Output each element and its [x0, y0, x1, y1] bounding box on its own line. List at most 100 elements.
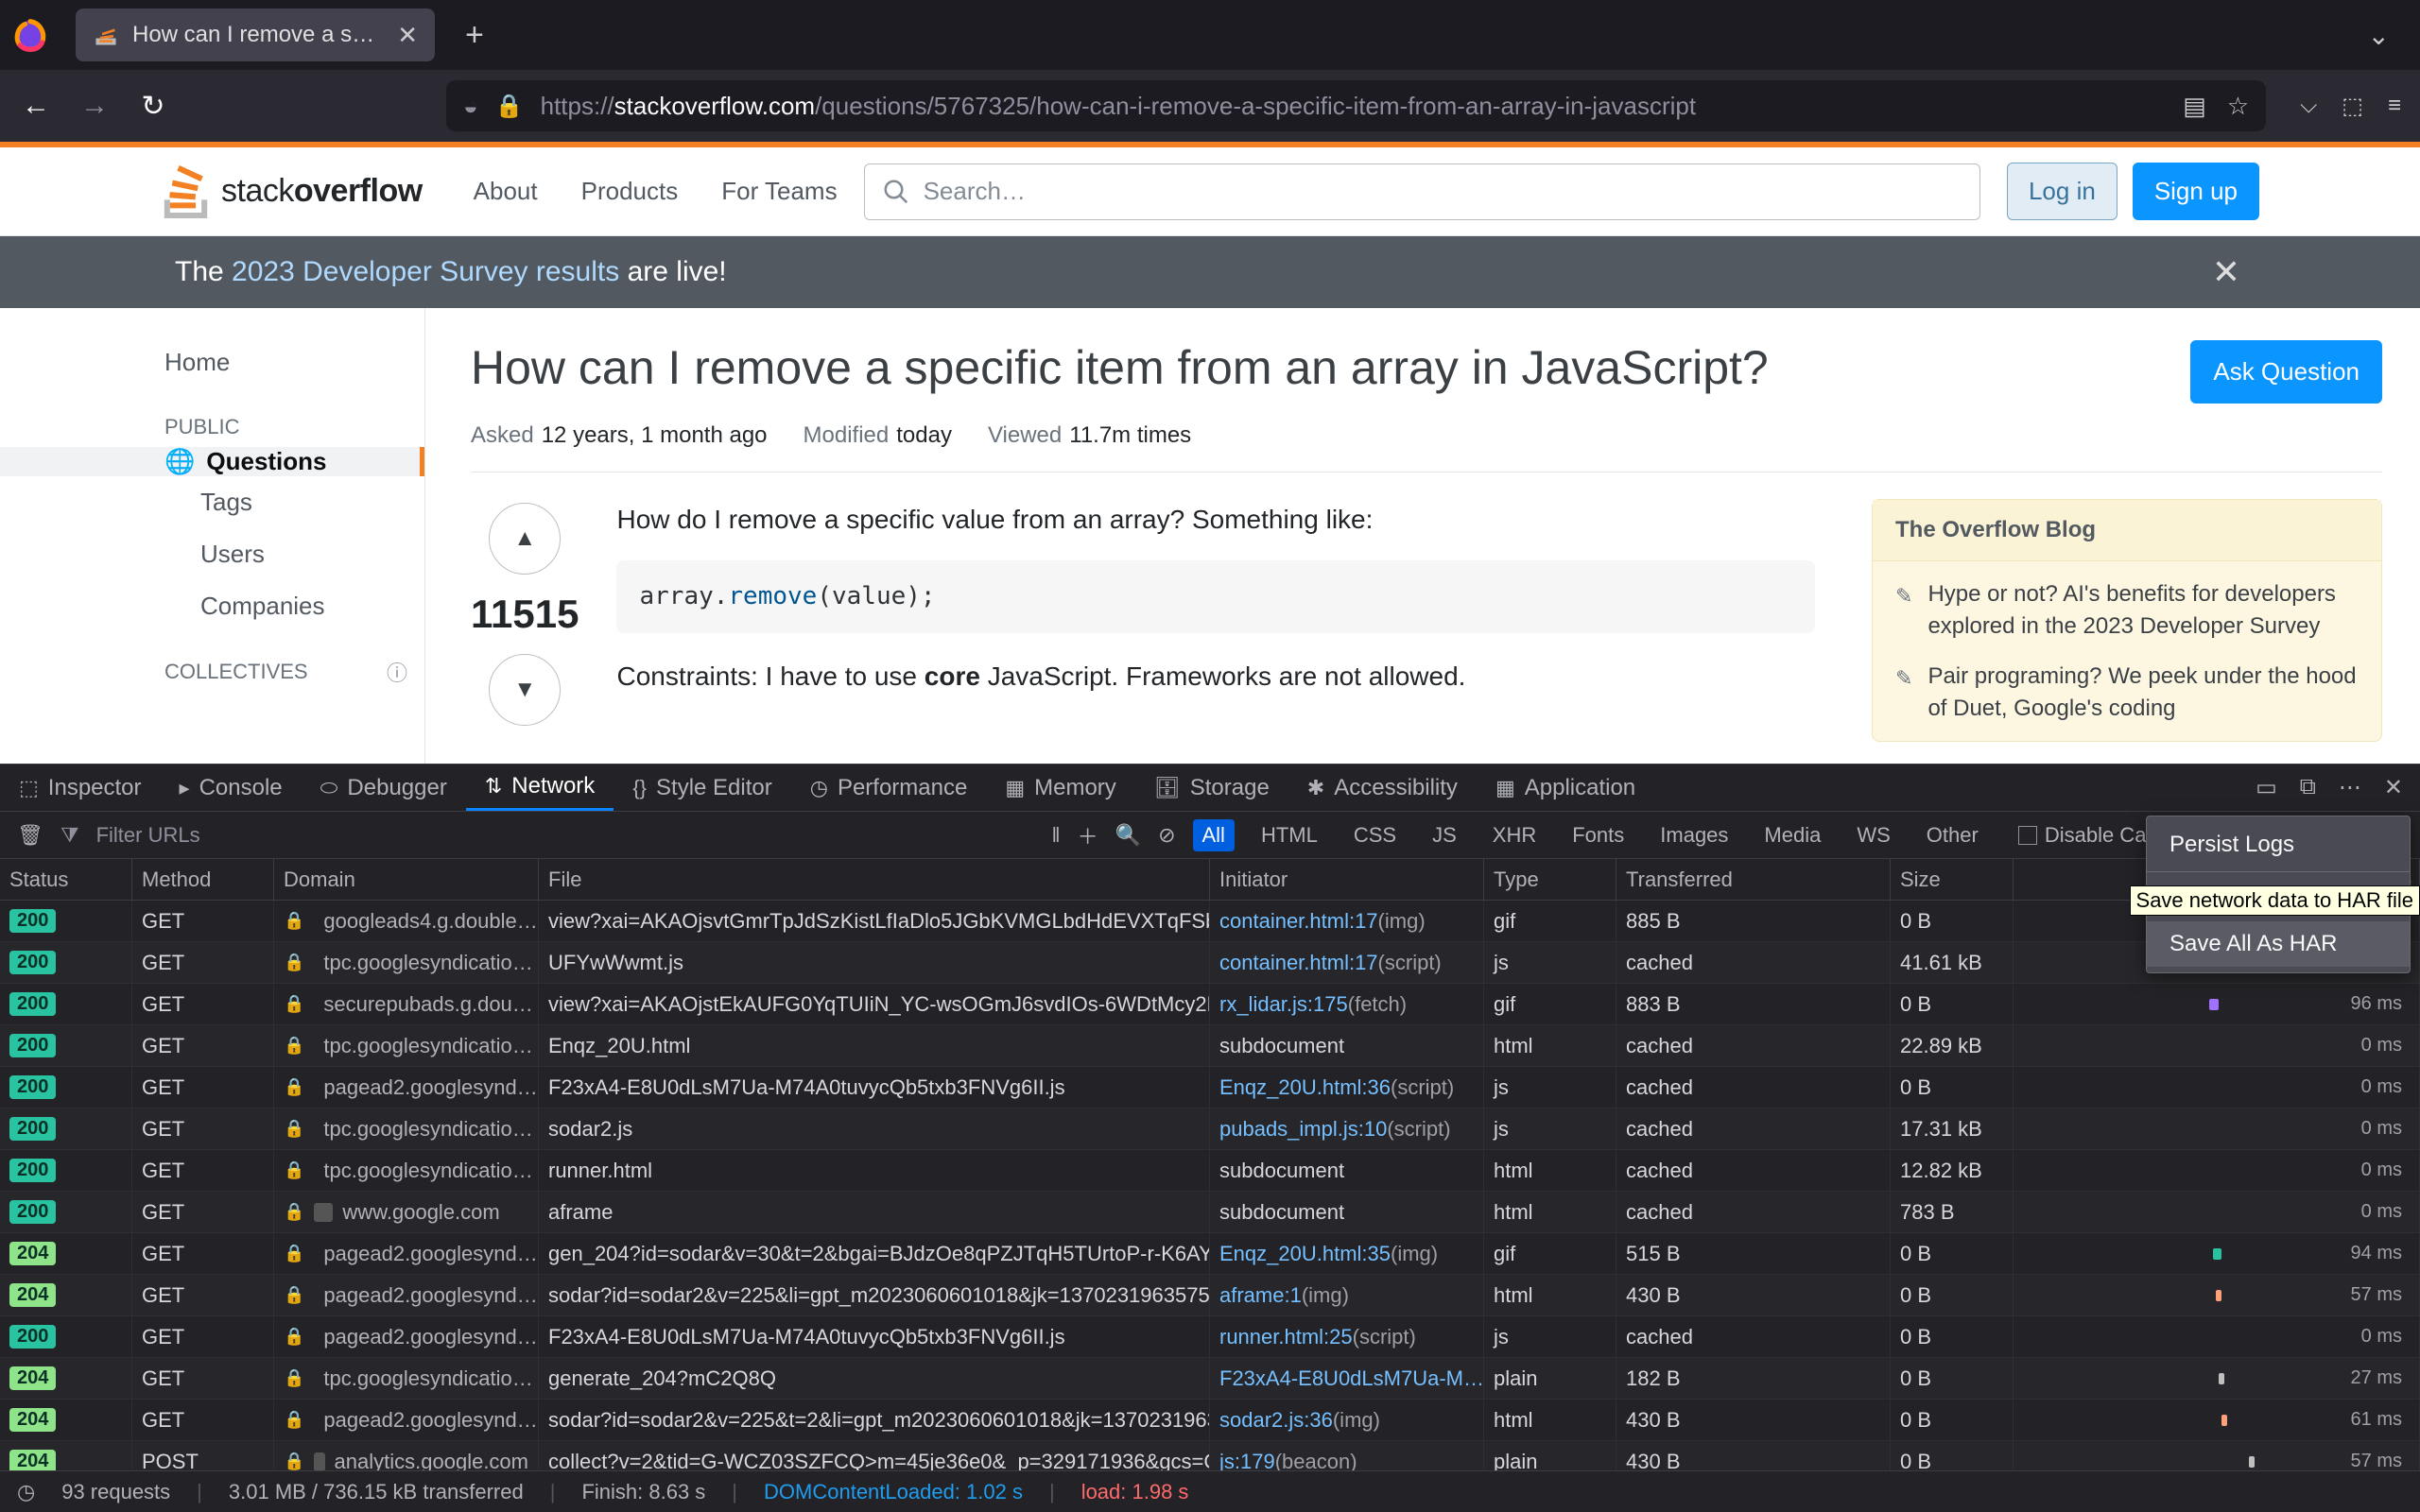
nav-teams[interactable]: For Teams: [721, 177, 837, 206]
devtools-tab-app[interactable]: ▦Application: [1477, 765, 1654, 811]
extensions-icon[interactable]: ⬚: [2342, 93, 2363, 120]
col-size[interactable]: Size: [1891, 859, 2014, 900]
sidebar-item-questions[interactable]: 🌐Questions: [0, 447, 424, 476]
banner-link[interactable]: 2023 Developer Survey results: [232, 256, 619, 287]
footer-finish: Finish: 8.63 s: [581, 1480, 705, 1504]
devtools-tab-debugger[interactable]: ⬭Debugger: [302, 765, 466, 811]
network-row[interactable]: 200GET🔒tpc.googlesyndicatio…runner.htmls…: [0, 1150, 2420, 1192]
new-tab-button[interactable]: +: [465, 17, 484, 54]
filter-js[interactable]: JS: [1423, 819, 1466, 851]
bookmark-star-icon[interactable]: ☆: [2227, 92, 2249, 121]
network-icon: ⇅: [485, 774, 502, 799]
globe-icon: 🌐: [164, 447, 195, 476]
pencil-icon: ✎: [1895, 582, 1912, 642]
col-file[interactable]: File: [539, 859, 1210, 900]
filter-input[interactable]: Filter URLs: [96, 823, 200, 848]
search-icon[interactable]: 🔍: [1115, 823, 1141, 848]
upvote-button[interactable]: ▲: [489, 503, 561, 575]
browser-tab[interactable]: How can I remove a specific ite ✕: [76, 9, 435, 61]
sidebar-item-companies[interactable]: Companies: [0, 580, 424, 632]
network-row[interactable]: 200GET🔒pagead2.googlesynd…F23xA4-E8U0dLs…: [0, 1067, 2420, 1108]
filter-images[interactable]: Images: [1651, 819, 1737, 851]
col-type[interactable]: Type: [1484, 859, 1616, 900]
filter-xhr[interactable]: XHR: [1483, 819, 1546, 851]
col-method[interactable]: Method: [132, 859, 274, 900]
network-row[interactable]: 204GET🔒tpc.googlesyndicatio…generate_204…: [0, 1358, 2420, 1400]
footer-dcl: DOMContentLoaded: 1.02 s: [764, 1480, 1023, 1504]
network-row[interactable]: 200GET🔒securepubads.g.dou…view?xai=AKAOj…: [0, 984, 2420, 1025]
info-icon[interactable]: ⓘ: [387, 657, 407, 687]
filter-ws[interactable]: WS: [1847, 819, 1899, 851]
network-row[interactable]: 200GET🔒tpc.googlesyndicatio…Enqz_20U.htm…: [0, 1025, 2420, 1067]
network-row[interactable]: 204GET🔒pagead2.googlesynd…sodar?id=sodar…: [0, 1275, 2420, 1316]
ask-question-button[interactable]: Ask Question: [2190, 340, 2382, 404]
filter-css[interactable]: CSS: [1344, 819, 1406, 851]
filter-other[interactable]: Other: [1917, 819, 1988, 851]
sidebar-heading-public: PUBLIC: [0, 390, 424, 447]
devtools-tab-perf[interactable]: ◷Performance: [791, 765, 987, 811]
pocket-icon[interactable]: ⌵: [2300, 93, 2317, 120]
footer-requests: 93 requests: [61, 1480, 170, 1504]
reader-mode-icon[interactable]: ▤: [2183, 92, 2206, 121]
downvote-button[interactable]: ▼: [489, 654, 561, 726]
menu-persist-logs[interactable]: Persist Logs: [2147, 822, 2410, 868]
filter-fonts[interactable]: Fonts: [1563, 819, 1634, 851]
block-icon[interactable]: ⊘: [1158, 823, 1175, 848]
devtools-tab-a11y[interactable]: ✱Accessibility: [1288, 765, 1477, 811]
plus-icon[interactable]: ＋: [1078, 820, 1098, 850]
back-button[interactable]: ←: [19, 89, 53, 123]
col-status[interactable]: Status: [0, 859, 132, 900]
clear-icon[interactable]: 🗑: [17, 823, 43, 848]
pointer-icon: ⬚: [19, 776, 39, 800]
signup-button[interactable]: Sign up: [2133, 163, 2259, 220]
devtools-tab-network[interactable]: ⇅Network: [466, 765, 614, 811]
sidebar-item-tags[interactable]: Tags: [0, 476, 424, 528]
network-row[interactable]: 204GET🔒pagead2.googlesynd…sodar?id=sodar…: [0, 1400, 2420, 1441]
network-row[interactable]: 200GET🔒www.google.comaframesubdocumentht…: [0, 1192, 2420, 1233]
responsive-mode-icon[interactable]: ▭: [2256, 774, 2277, 801]
devtools-tab-storage[interactable]: 🗄Storage: [1135, 765, 1288, 811]
network-row[interactable]: 204POST🔒analytics.google.comcollect?v=2&…: [0, 1441, 2420, 1470]
shield-icon[interactable]: ◒: [463, 92, 478, 121]
close-devtools-icon[interactable]: ✕: [2384, 774, 2403, 801]
filter-html[interactable]: HTML: [1252, 819, 1327, 851]
col-domain[interactable]: Domain: [274, 859, 539, 900]
network-row[interactable]: 200GET🔒googleads4.g.double…view?xai=AKAO…: [0, 901, 2420, 942]
nav-about[interactable]: About: [474, 177, 538, 206]
reload-button[interactable]: ↻: [136, 89, 170, 123]
network-row[interactable]: 200GET🔒pagead2.googlesynd…F23xA4-E8U0dLs…: [0, 1316, 2420, 1358]
col-transferred[interactable]: Transferred: [1616, 859, 1891, 900]
devtools-tab-style[interactable]: {}Style Editor: [614, 765, 790, 811]
more-icon[interactable]: ⋯: [2339, 774, 2361, 801]
dock-mode-icon[interactable]: ⧉: [2300, 774, 2316, 801]
url-bar[interactable]: ◒ 🔒 https://stackoverflow.com/questions/…: [446, 80, 2266, 131]
filter-all[interactable]: All: [1193, 819, 1235, 851]
network-row[interactable]: 204GET🔒pagead2.googlesynd…gen_204?id=sod…: [0, 1233, 2420, 1275]
network-row[interactable]: 200GET🔒tpc.googlesyndicatio…UFYwWwmt.jsc…: [0, 942, 2420, 984]
tabs-dropdown-icon[interactable]: ⌄: [2368, 20, 2390, 51]
overflow-blog-widget: The Overflow Blog ✎Hype or not? AI's ben…: [1872, 499, 2382, 742]
pause-icon[interactable]: ‖: [1052, 823, 1061, 848]
footer-size: 3.01 MB / 736.15 kB transferred: [229, 1480, 524, 1504]
sidebar-item-users[interactable]: Users: [0, 528, 424, 580]
close-tab-icon[interactable]: ✕: [397, 21, 418, 50]
blog-item[interactable]: ✎Hype or not? AI's benefits for develope…: [1873, 569, 2381, 651]
filter-media[interactable]: Media: [1754, 819, 1830, 851]
sidebar-item-home[interactable]: Home: [0, 335, 424, 390]
pencil-icon: ✎: [1895, 664, 1912, 724]
menu-icon[interactable]: ≡: [2388, 93, 2401, 120]
search-input[interactable]: Search…: [864, 163, 1980, 220]
devtools-tab-inspector[interactable]: ⬚Inspector: [0, 765, 161, 811]
devtools-tab-console[interactable]: ▸Console: [161, 765, 302, 811]
filter-funnel-icon[interactable]: ⧩: [60, 823, 79, 848]
col-initiator[interactable]: Initiator: [1210, 859, 1484, 900]
login-button[interactable]: Log in: [2007, 163, 2118, 220]
blog-item[interactable]: ✎Pair programing? We peek under the hood…: [1873, 651, 2381, 733]
network-row[interactable]: 200GET🔒tpc.googlesyndicatio…sodar2.jspub…: [0, 1108, 2420, 1150]
devtools-tab-memory[interactable]: ▦Memory: [986, 765, 1134, 811]
lock-icon[interactable]: 🔒: [495, 93, 524, 120]
menu-save-har[interactable]: Save All As HAR: [2147, 921, 2410, 967]
nav-products[interactable]: Products: [581, 177, 679, 206]
so-logo[interactable]: stackoverflow: [161, 165, 423, 218]
banner-close-icon[interactable]: ✕: [2212, 252, 2240, 292]
